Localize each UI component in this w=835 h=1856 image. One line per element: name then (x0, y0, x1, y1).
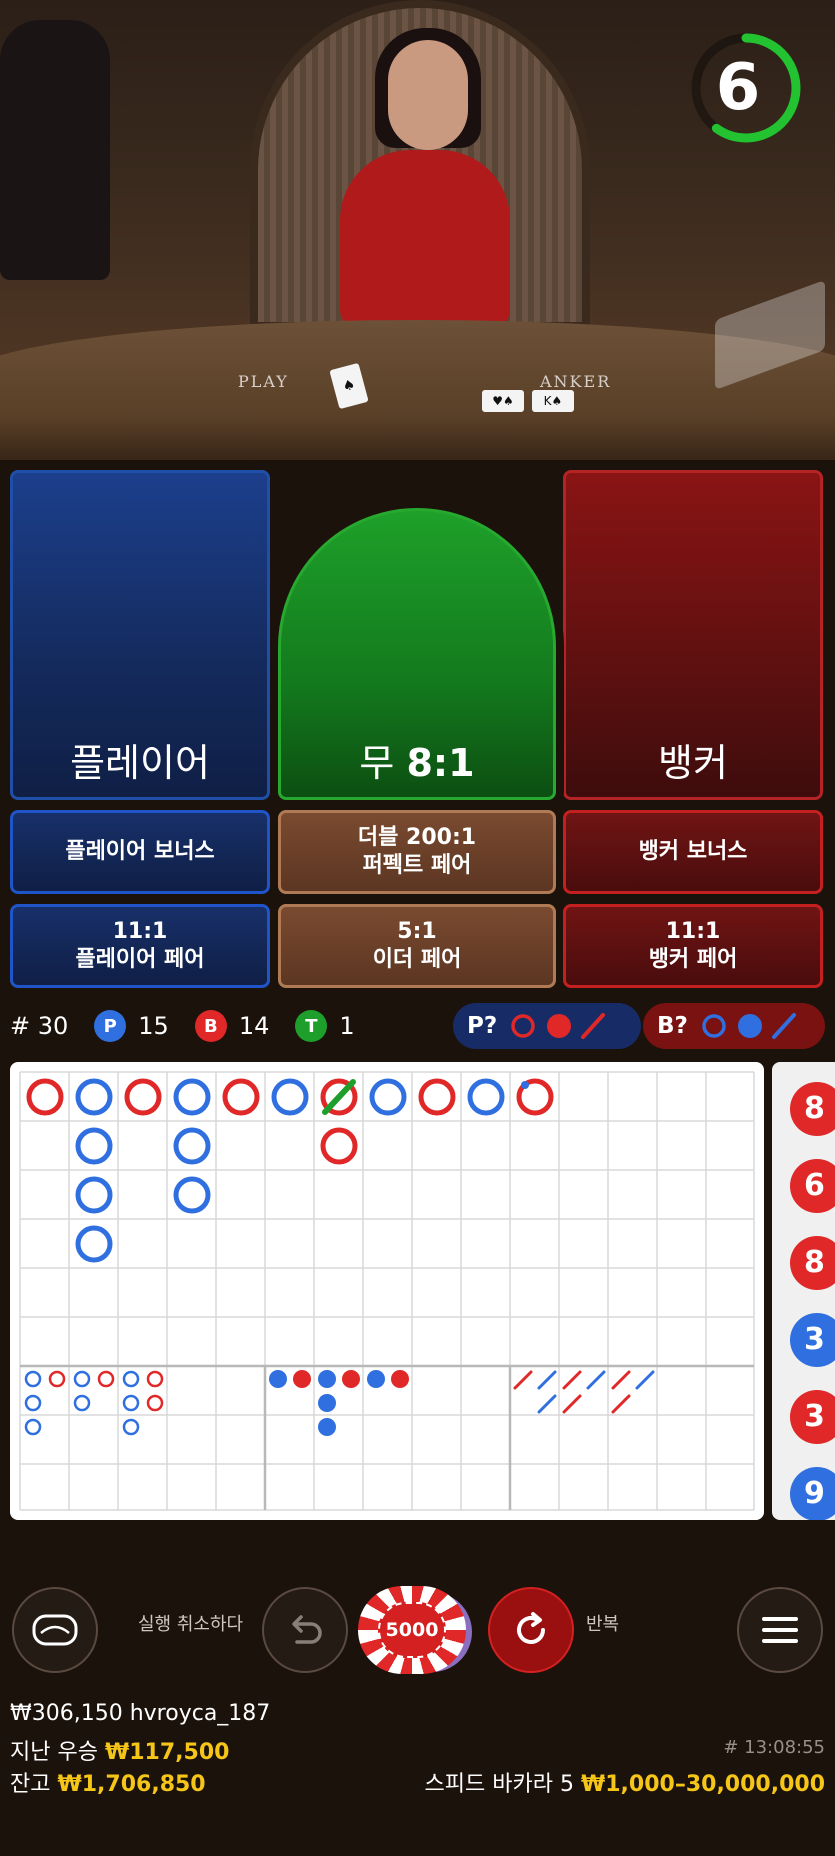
dealer-body (340, 150, 510, 330)
results-stats: # 30 P 15 B 14 T 1 (10, 1005, 381, 1047)
dealer-head (388, 40, 468, 150)
repeat-button[interactable] (488, 1587, 574, 1673)
either-pair-odds: 5:1 (397, 919, 437, 944)
last-winner: ₩306,150 hvroyca_187 (10, 1701, 271, 1726)
live-video: PLAY ANKER ♠ ♥♠ K♠ 6 (0, 0, 835, 460)
tie-stat: T 1 (295, 1010, 355, 1042)
ask-player-button[interactable]: P? (453, 1003, 641, 1049)
banker-card-1: ♥♠ (482, 390, 524, 412)
bead-item: 3 (790, 1390, 835, 1444)
tie-bet-label: 무 8:1 (281, 732, 553, 787)
previous-win: 지난 우승 ₩117,500 (10, 1734, 229, 1766)
banker-pair-label: 뱅커 페어 (648, 947, 738, 972)
undo-icon (292, 1615, 322, 1644)
lobby-button[interactable] (12, 1587, 98, 1673)
undo-label: 실행 취소하다 (138, 1614, 244, 1635)
round-id: # 13:08:55 (723, 1737, 825, 1758)
bead-item: 6 (790, 1159, 835, 1213)
table-felt (0, 320, 835, 460)
previous-win-amount: ₩117,500 (104, 1740, 230, 1765)
ask-player-symbols-icon (511, 1013, 606, 1039)
table-info[interactable]: 스피드 바카라 5 ₩1,000–30,000,000 (425, 1766, 825, 1798)
banker-pair-odds: 11:1 (665, 919, 721, 944)
player-bet-label: 플레이어 (70, 741, 210, 785)
balance-amount: ₩1,706,850 (57, 1772, 206, 1797)
side-bead-road[interactable]: 8 6 8 3 3 9 (772, 1062, 835, 1520)
player-pair-odds: 11:1 (112, 919, 168, 944)
repeat-label: 반복 (586, 1614, 620, 1635)
tie-odds: 8:1 (406, 741, 475, 785)
tie-dot-icon: T (295, 1010, 328, 1042)
player-bonus-bet[interactable]: 플레이어 보너스 (10, 810, 270, 894)
chip-value: 5000 (378, 1602, 446, 1658)
banker-bet-label: 뱅커 (658, 741, 728, 785)
bead-item: 9 (790, 1467, 835, 1520)
banker-wins-count: 14 (238, 1012, 270, 1040)
banker-wins-stat: B 14 (194, 1010, 270, 1042)
chip-selector[interactable]: 5000 (358, 1584, 478, 1676)
player-pair-label: 플레이어 페어 (75, 947, 205, 972)
countdown-number: 6 (715, 51, 761, 125)
player-pair-bet[interactable]: 11:1 플레이어 페어 (10, 904, 270, 988)
banker-pair-bet[interactable]: 11:1 뱅커 페어 (563, 904, 823, 988)
tie-label: 무 (359, 741, 395, 785)
ask-player-label: P? (467, 1013, 498, 1039)
scoreboard-roadmap[interactable] (10, 1062, 764, 1520)
player-bonus-label: 플레이어 보너스 (65, 839, 215, 864)
player-wins-stat: P 15 (94, 1010, 169, 1042)
felt-player-text: PLAY (238, 372, 289, 391)
balance: 잔고 ₩1,706,850 (10, 1766, 206, 1798)
felt-banker-text: ANKER (540, 372, 612, 391)
bet-controls: 실행 취소하다 5000 반복 (0, 1580, 835, 1680)
menu-button[interactable] (737, 1587, 823, 1673)
perfect-pair-odds: 더블 200:1 (357, 825, 477, 850)
video-background-person (0, 20, 110, 280)
big-road-grid (19, 1071, 755, 1511)
round-count: # 30 (10, 1012, 68, 1040)
table-name: 스피드 바카라 5 (424, 1772, 574, 1797)
tie-bet-spot[interactable]: 무 8:1 (278, 508, 556, 800)
previous-win-label: 지난 우승 (10, 1740, 98, 1765)
either-pair-bet[interactable]: 5:1 이더 페어 (278, 904, 556, 988)
perfect-pair-label: 퍼펙트 페어 (362, 853, 472, 878)
undo-button[interactable] (262, 1587, 348, 1673)
table-lobby-icon (32, 1614, 78, 1646)
tie-count: 1 (339, 1012, 355, 1040)
repeat-icon (517, 1612, 545, 1644)
ask-banker-symbols-icon (702, 1013, 796, 1039)
ask-banker-button[interactable]: B? (643, 1003, 825, 1049)
player-wins-count: 15 (138, 1012, 169, 1040)
banker-bonus-label: 뱅커 보너스 (638, 839, 748, 864)
banker-dot-icon: B (194, 1010, 227, 1042)
bead-item: 3 (790, 1313, 835, 1367)
banker-bonus-bet[interactable]: 뱅커 보너스 (563, 810, 823, 894)
player-dot-icon: P (94, 1010, 127, 1042)
round-count-text: # 30 (10, 1012, 69, 1040)
bead-item: 8 (790, 1236, 835, 1290)
perfect-pair-bet[interactable]: 더블 200:1 퍼펙트 페어 (278, 810, 556, 894)
hamburger-menu-icon (762, 1617, 798, 1643)
player-bet-spot[interactable]: 플레이어 (10, 470, 270, 800)
banker-card-2: K♠ (532, 390, 574, 412)
bet-limits: ₩1,000–30,000,000 (580, 1772, 825, 1797)
either-pair-label: 이더 페어 (372, 947, 462, 972)
ask-banker-label: B? (657, 1013, 688, 1039)
balance-label: 잔고 (10, 1772, 51, 1797)
bead-item: 8 (790, 1082, 835, 1136)
banker-bet-spot[interactable]: 뱅커 (563, 470, 823, 800)
